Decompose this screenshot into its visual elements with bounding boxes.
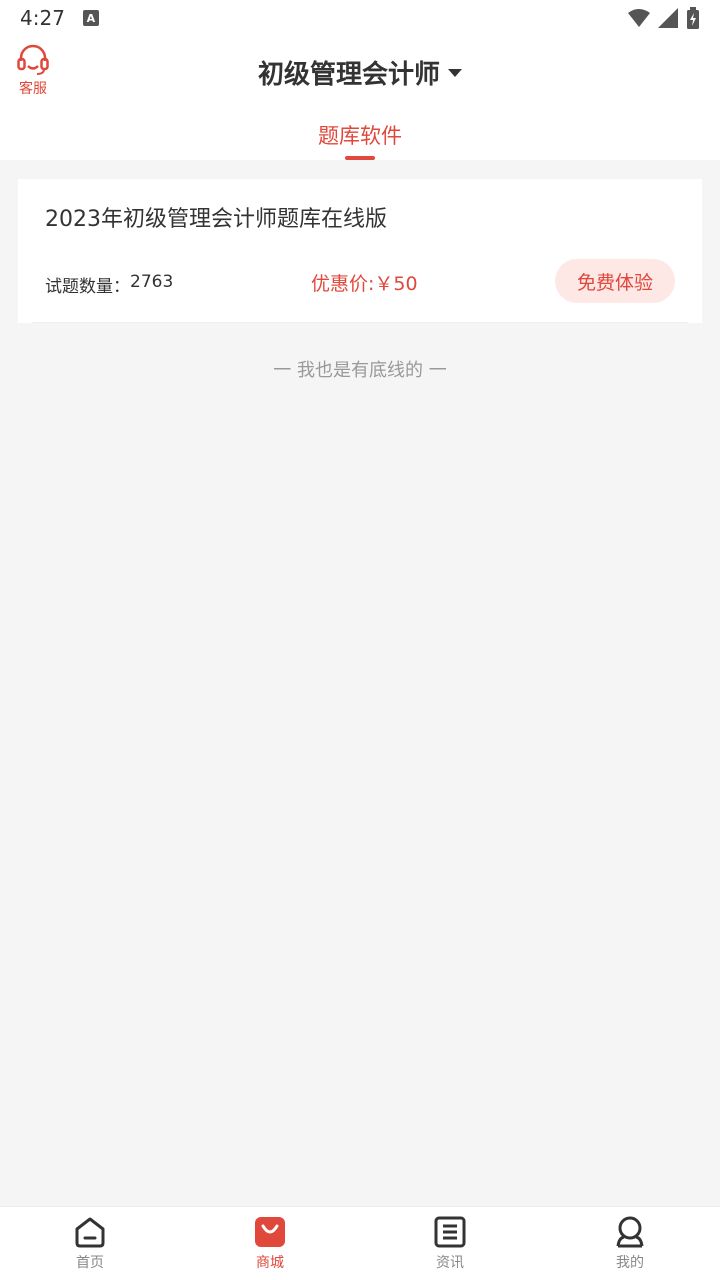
question-count-value: 2763 <box>130 272 174 292</box>
caret-down-icon <box>448 68 462 77</box>
product-card[interactable]: 2023年初级管理会计师题库在线版 试题数量： 2763 优惠价: ￥50 免费… <box>18 179 702 323</box>
battery-icon <box>687 7 699 29</box>
nav-item-shop[interactable]: 商城 <box>180 1207 360 1280</box>
profile-icon <box>616 1216 644 1248</box>
free-trial-button[interactable]: 免费体验 <box>555 259 675 303</box>
status-icons <box>628 7 700 29</box>
home-icon <box>75 1217 105 1248</box>
nav-item-news[interactable]: 资讯 <box>360 1207 540 1280</box>
question-count-label: 试题数量： <box>45 277 130 297</box>
tab-active-indicator <box>345 156 375 160</box>
nav-item-home[interactable]: 首页 <box>0 1207 180 1280</box>
bottom-navigation: 首页 商城 资讯 我的 <box>0 1206 720 1280</box>
news-icon <box>434 1216 466 1248</box>
nav-item-profile[interactable]: 我的 <box>540 1207 720 1280</box>
nav-label-shop: 商城 <box>256 1255 284 1271</box>
page-header: 客服 初级管理会计师 题库软件 <box>0 36 720 160</box>
nav-label-news: 资讯 <box>436 1255 464 1271</box>
price-value: ￥50 <box>374 273 418 295</box>
card-divider <box>32 322 688 323</box>
product-title: 2023年初级管理会计师题库在线版 <box>45 207 387 232</box>
tab-question-bank-software[interactable]: 题库软件 <box>0 120 720 150</box>
question-count: 试题数量： 2763 <box>45 272 173 297</box>
shop-bag-icon <box>255 1217 285 1247</box>
list-end-text: 一 我也是有底线的 一 <box>273 360 447 381</box>
app-screen: 4:27 A 客服 初级管理会计师 题库软件 2023年初级管理会计师题库在线版… <box>0 0 720 1280</box>
exam-selector[interactable]: 初级管理会计师 <box>0 54 720 91</box>
signal-icon <box>658 8 678 28</box>
discount-price: 优惠价: ￥50 <box>311 269 418 296</box>
nav-label-home: 首页 <box>76 1255 104 1271</box>
nav-label-profile: 我的 <box>616 1255 644 1271</box>
notification-badge-icon: A <box>82 10 99 26</box>
price-label: 优惠价: <box>311 273 375 295</box>
status-bar: 4:27 A <box>0 0 720 36</box>
status-time: 4:27 <box>20 6 65 30</box>
page-title: 初级管理会计师 <box>257 60 440 90</box>
wifi-icon <box>628 9 650 27</box>
